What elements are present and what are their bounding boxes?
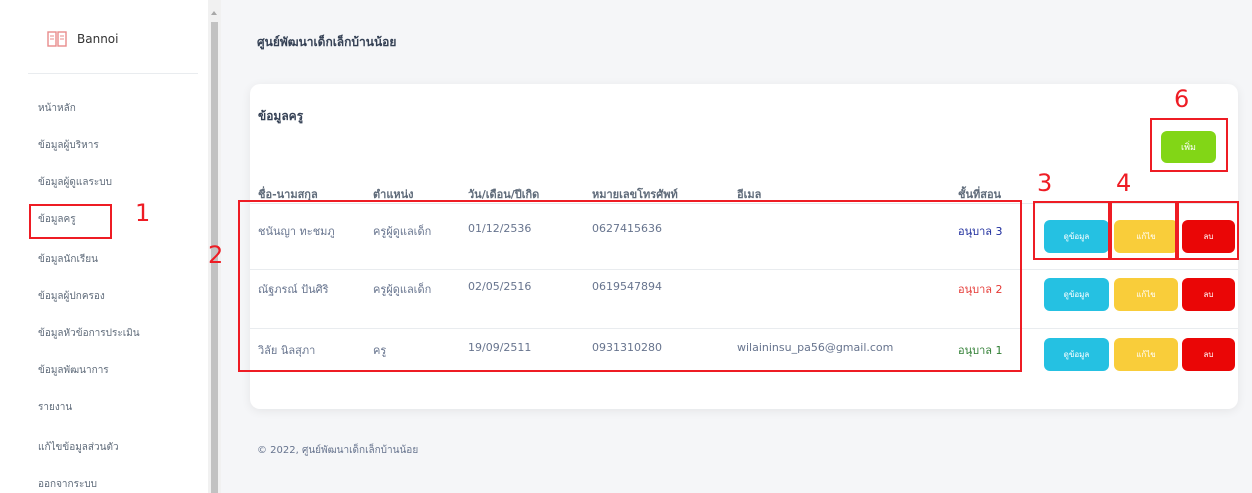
- sidebar: Bannoi หน้าหลัก ข้อมูลผู้บริหาร ข้อมูลผู…: [0, 0, 208, 493]
- sidebar-item-students[interactable]: ข้อมูลนักเรียน: [38, 252, 98, 267]
- sidebar-item-home[interactable]: หน้าหลัก: [38, 101, 76, 116]
- edit-button[interactable]: แก้ไข: [1114, 338, 1178, 371]
- sidebar-item-development[interactable]: ข้อมูลพัฒนาการ: [38, 363, 109, 378]
- annotation-box-delete: [1177, 201, 1239, 260]
- scroll-up-icon[interactable]: [211, 11, 217, 15]
- delete-button[interactable]: ลบ: [1182, 338, 1235, 371]
- annotation-box-view: [1033, 201, 1110, 260]
- annotation-number-1: 1: [135, 199, 151, 227]
- sidebar-item-logout[interactable]: ออกจากระบบ: [38, 477, 97, 492]
- sidebar-item-admins[interactable]: ข้อมูลผู้ดูแลระบบ: [38, 175, 112, 190]
- delete-button[interactable]: ลบ: [1182, 278, 1235, 311]
- annotation-box-edit: [1110, 201, 1177, 260]
- annotation-number-4: 4: [1116, 169, 1132, 197]
- page-title: ศูนย์พัฒนาเด็กเล็กบ้านน้อย: [257, 35, 397, 49]
- sidebar-item-edit-profile[interactable]: แก้ไขข้อมูลส่วนตัว: [38, 440, 119, 455]
- view-button[interactable]: ดูข้อมูล: [1044, 338, 1109, 371]
- brand-name: Bannoi: [77, 32, 119, 46]
- annotation-box-add: [1150, 118, 1228, 172]
- annotation-box-teacher-menu: [29, 204, 112, 239]
- sidebar-item-assessment-topics[interactable]: ข้อมูลหัวข้อการประเมิน: [38, 326, 140, 341]
- edit-button[interactable]: แก้ไข: [1114, 278, 1178, 311]
- annotation-box-table-rows: [238, 200, 1022, 372]
- annotation-number-2: 2: [208, 241, 224, 269]
- annotation-number-3: 3: [1037, 169, 1053, 197]
- footer-copyright: © 2022, ศูนย์พัฒนาเด็กเล็กบ้านน้อย: [257, 445, 419, 456]
- brand[interactable]: Bannoi: [47, 29, 118, 49]
- sidebar-item-parents[interactable]: ข้อมูลผู้ปกครอง: [38, 289, 105, 304]
- sidebar-item-reports[interactable]: รายงาน: [38, 400, 72, 415]
- book-icon: [47, 31, 67, 47]
- view-button[interactable]: ดูข้อมูล: [1044, 278, 1109, 311]
- divider: [28, 73, 198, 74]
- card-title: ข้อมูลครู: [258, 109, 304, 123]
- annotation-number-6: 6: [1174, 85, 1190, 113]
- sidebar-item-executives[interactable]: ข้อมูลผู้บริหาร: [38, 138, 99, 153]
